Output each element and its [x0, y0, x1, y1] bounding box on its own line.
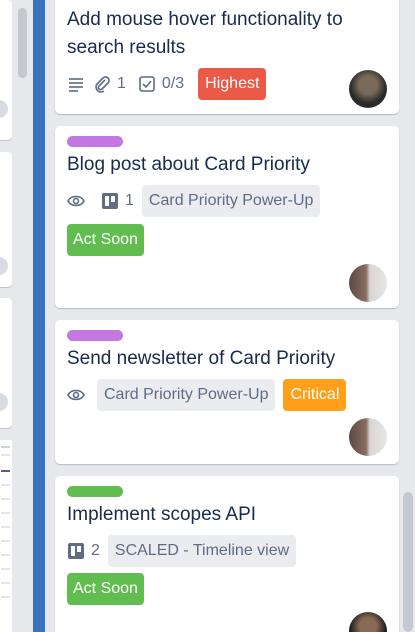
card-label-green[interactable] [67, 486, 123, 497]
board-badge: 1 [101, 192, 134, 210]
card[interactable]: Send newsletter of Card Priority Card Pr… [55, 320, 399, 464]
priority-label: Act Soon [67, 224, 144, 256]
avatar[interactable] [349, 612, 387, 632]
board-badge: 2 [67, 542, 100, 560]
watch-eye-icon [67, 389, 85, 401]
adjacent-card[interactable] [0, 0, 12, 140]
watch-eye-icon [67, 195, 85, 207]
card-label-purple[interactable] [67, 136, 123, 147]
powerup-badge: Card Priority Power-Up [97, 379, 276, 411]
attachments-count: 1 [117, 75, 126, 92]
list-divider [33, 0, 45, 632]
adjacent-card[interactable] [0, 298, 12, 428]
priority-label: Highest [198, 68, 267, 100]
attachments-badge: 1 [93, 75, 126, 93]
priority-label: Critical [283, 379, 347, 411]
watch-badge [67, 386, 85, 404]
powerup-badge: SCALED - Timeline view [107, 535, 297, 567]
adjacent-card[interactable] [0, 152, 12, 287]
adjacent-card-cover[interactable] [0, 440, 12, 632]
avatar[interactable] [349, 418, 387, 456]
card-title: Implement scopes API [67, 504, 257, 525]
powerup-badge: Card Priority Power-Up [141, 185, 321, 217]
card[interactable]: Implement scopes API 2 SCALED - Timeline… [55, 476, 399, 632]
card-label-purple[interactable] [67, 330, 123, 341]
checklist-badge: 0/3 [138, 75, 184, 93]
attachment-icon [95, 76, 110, 93]
description-icon [69, 78, 83, 92]
card-title: Blog post about Card Priority [67, 154, 310, 175]
adjacent-list-scrollbar[interactable] [18, 8, 27, 78]
list-scrollbar[interactable] [403, 492, 413, 632]
priority-label: Act Soon [67, 573, 144, 605]
avatar[interactable] [349, 70, 387, 108]
board-count: 1 [125, 192, 134, 209]
card-title: Send newsletter of Card Priority [67, 348, 336, 369]
card-list: Add mouse hover functionality to search … [45, 0, 415, 632]
description-badge [67, 75, 85, 93]
checklist-icon [139, 76, 155, 92]
avatar[interactable] [349, 264, 387, 302]
card[interactable]: Add mouse hover functionality to search … [55, 0, 399, 114]
board-count: 2 [91, 542, 100, 559]
board-icon [68, 543, 84, 559]
adjacent-list-partial [0, 0, 14, 632]
checklist-count: 0/3 [161, 75, 185, 92]
card[interactable]: Blog post about Card Priority 1 Card Pri… [55, 126, 399, 308]
board-icon [102, 193, 118, 209]
card-title: Add mouse hover functionality to search … [67, 9, 343, 58]
watch-badge [67, 192, 85, 210]
